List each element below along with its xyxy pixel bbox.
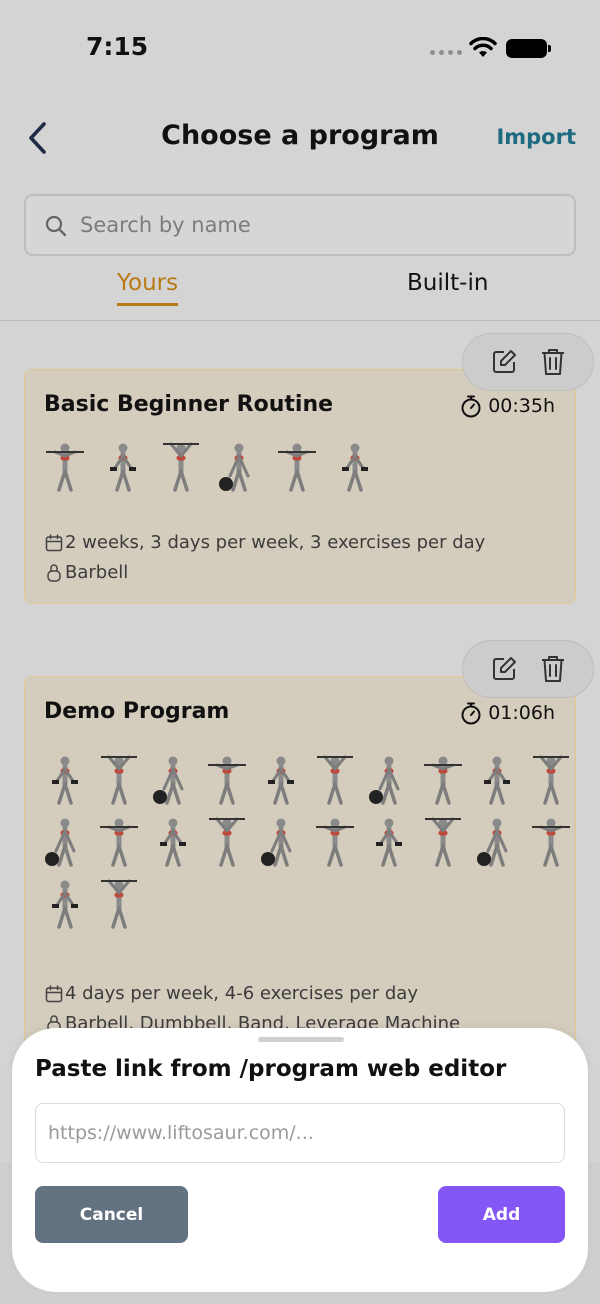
tab-built-in[interactable]: Built-in (407, 270, 488, 296)
program-card[interactable]: Demo Program 01:06h 4 days per week, 4-6… (24, 676, 576, 1056)
exercise-thumbnails (43, 440, 563, 494)
trash-icon (541, 349, 564, 375)
program-name: Basic Beginner Routine (44, 392, 334, 417)
exercise-figure-icon (376, 818, 402, 867)
exercise-figure-icon (110, 443, 136, 492)
exercise-figure-icon (424, 756, 462, 805)
duration-text: 01:06h (488, 702, 555, 724)
exercise-figure-icon (45, 818, 76, 867)
exercise-figure-icon (100, 818, 138, 867)
program-duration: 01:06h (460, 701, 555, 725)
exercise-figure-icon (209, 817, 245, 867)
search-icon (45, 215, 67, 237)
trash-icon (541, 656, 564, 682)
exercise-figure-icon (477, 818, 508, 867)
search-input[interactable] (80, 207, 550, 243)
status-bar: 7:15 (0, 0, 600, 96)
delete-program-button[interactable] (538, 654, 568, 684)
program-card[interactable]: Basic Beginner Routine 00:35h 2 weeks, 3… (24, 369, 576, 604)
program-link-input[interactable] (35, 1103, 565, 1163)
exercise-figure-icon (425, 817, 461, 867)
sheet-drag-handle[interactable] (258, 1037, 344, 1042)
edit-icon (492, 350, 516, 373)
exercise-figure-icon (484, 756, 510, 805)
exercise-figure-icon (533, 755, 569, 805)
exercise-figure-icon (219, 443, 250, 492)
exercise-figure-icon (261, 818, 292, 867)
program-schedule: 2 weeks, 3 days per week, 3 exercises pe… (45, 532, 485, 553)
add-button[interactable]: Add (438, 1186, 565, 1243)
exercise-figure-icon (532, 818, 570, 867)
import-link[interactable]: Import (496, 125, 576, 149)
exercise-figure-icon (317, 755, 353, 805)
schedule-text: 2 weeks, 3 days per week, 3 exercises pe… (65, 532, 486, 553)
cellular-signal-icon (430, 50, 462, 55)
exercise-figure-icon (163, 442, 199, 492)
exercise-figure-icon (342, 443, 368, 492)
stopwatch-icon (461, 702, 481, 725)
exercise-figure-icon (101, 879, 137, 929)
exercise-figure-icon (46, 443, 84, 492)
tabs-divider (0, 320, 600, 321)
search-box (24, 194, 576, 256)
exercise-figure-icon (160, 818, 186, 867)
exercise-figure-icon (52, 880, 78, 929)
exercise-figure-icon (316, 818, 354, 867)
exercise-figure-icon (101, 755, 137, 805)
tab-yours[interactable]: Yours (117, 270, 179, 306)
exercise-figure-icon (52, 756, 78, 805)
exercise-figure-icon (208, 756, 246, 805)
exercise-figure-icon (278, 443, 316, 492)
schedule-text: 4 days per week, 4-6 exercises per day (65, 983, 418, 1004)
cancel-button[interactable]: Cancel (35, 1186, 188, 1243)
sheet-title: Paste link from /program web editor (35, 1056, 507, 1082)
exercise-figure-icon (369, 756, 400, 805)
calendar-icon (45, 533, 63, 551)
program-name: Demo Program (44, 699, 230, 724)
exercise-figure-icon (153, 756, 184, 805)
duration-text: 00:35h (488, 395, 555, 417)
calendar-icon (45, 984, 63, 1002)
status-time: 7:15 (86, 32, 149, 61)
program-schedule: 4 days per week, 4-6 exercises per day (45, 983, 418, 1004)
card-actions (462, 640, 594, 698)
card-actions (462, 333, 594, 391)
edit-program-button[interactable] (489, 347, 519, 377)
battery-icon (506, 39, 551, 58)
edit-program-button[interactable] (489, 654, 519, 684)
wifi-icon (469, 37, 497, 57)
import-sheet: Paste link from /program web editor Canc… (12, 1028, 588, 1292)
equipment-text: Barbell (65, 562, 129, 583)
exercise-figure-icon (268, 756, 294, 805)
nav-bar: Choose a program Import (0, 100, 600, 176)
program-equipment: Barbell (45, 562, 128, 583)
delete-program-button[interactable] (538, 347, 568, 377)
program-duration: 00:35h (460, 394, 555, 418)
exercise-thumbnails (43, 753, 573, 931)
kettlebell-icon (47, 563, 61, 582)
edit-icon (492, 657, 516, 680)
stopwatch-icon (461, 395, 481, 418)
